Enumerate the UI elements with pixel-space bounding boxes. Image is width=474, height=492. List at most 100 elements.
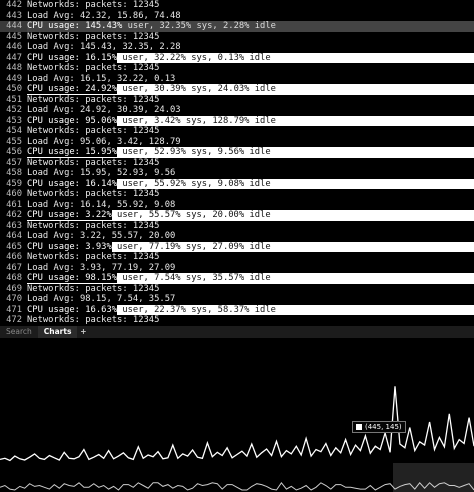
plus-icon: +: [80, 327, 87, 336]
line-text: Load Avg: 16.15, 32.22, 0.13: [27, 74, 474, 85]
cpu-usage-highlight: CPU usage: 3.93%: [27, 241, 112, 252]
line-rest-text: user, 77.19% sys, 27.09% idle: [111, 241, 271, 252]
line-text: Networkds: packets: 12345: [27, 95, 474, 106]
line-number: 453: [6, 115, 22, 126]
log-line: 450 CPU usage: 24.92% user, 30.39% sys, 2…: [0, 84, 474, 95]
log-line: 455 Load Avg: 95.06, 3.42, 128.79: [0, 137, 474, 148]
line-number: 450: [6, 84, 22, 94]
line-text: Load Avg: 3.22, 55.57, 20.00: [27, 231, 474, 242]
line-number: 451: [6, 94, 22, 105]
line-rest-text: Load Avg: 98.15, 7.54, 35.57: [27, 294, 176, 304]
cpu-usage-highlight: CPU usage: 95.06%: [27, 115, 118, 126]
cpu-usage-highlight: CPU usage: 16.14%: [27, 178, 118, 189]
log-line: 467 Load Avg: 3.93, 77.19, 27.09: [0, 263, 474, 274]
line-text: CPU usage: 24.92% user, 30.39% sys, 24.0…: [27, 84, 474, 95]
line-number: 443: [6, 10, 22, 21]
tab-search[interactable]: Search: [0, 326, 38, 338]
line-text: Networkds: packets: 12345: [27, 315, 474, 326]
log-line: 446 Load Avg: 145.43, 32.35, 2.28: [0, 42, 474, 53]
log-line: 463 Networkds: packets: 12345: [0, 221, 474, 232]
line-rest-text: user, 3.42% sys, 128.79% idle: [117, 115, 276, 126]
log-line: 447 CPU usage: 16.15% user, 32.22% sys, 0…: [0, 52, 474, 63]
line-rest-text: Load Avg: 145.43, 32.35, 2.28: [27, 42, 181, 52]
line-rest-text: Networkds: packets: 12345: [27, 94, 160, 105]
line-text: CPU usage: 98.15% user, 7.54% sys, 35.57…: [27, 273, 474, 284]
line-rest-text: user, 52.93% sys, 9.56% idle: [117, 147, 271, 157]
line-text: Load Avg: 42.32, 15.86, 74.48: [27, 11, 474, 22]
line-rest-text: user, 55.57% sys, 20.00% idle: [111, 210, 271, 220]
line-rest-text: Networkds: packets: 12345: [27, 63, 160, 73]
line-text: Load Avg: 16.14, 55.92, 9.08: [27, 200, 474, 211]
line-number: 445: [6, 31, 22, 42]
log-line: 456 CPU usage: 15.95% user, 52.93% sys, 9…: [0, 147, 474, 158]
line-text: CPU usage: 15.95% user, 52.93% sys, 9.56…: [27, 147, 474, 158]
line-rest-text: user, 7.54% sys, 35.57% idle: [117, 273, 271, 283]
line-number: 447: [6, 52, 22, 63]
log-output: 442 Networkds: packets: 12345 443 Load Avg:…: [0, 0, 474, 326]
line-text: Load Avg: 24.92, 30.39, 24.03: [27, 105, 474, 116]
add-tab-button[interactable]: +: [77, 326, 89, 338]
log-line: 462 CPU usage: 3.22% user, 55.57% sys, 20…: [0, 210, 474, 221]
log-line: 459 CPU usage: 16.14% user, 55.92% sys, 9…: [0, 178, 474, 189]
line-text: Load Avg: 95.06, 3.42, 128.79: [27, 137, 474, 148]
line-number: 470: [6, 294, 22, 304]
line-text: Networkds: packets: 12345: [27, 32, 474, 43]
line-number: 467: [6, 262, 22, 273]
log-line: 454 Networkds: packets: 12345: [0, 126, 474, 137]
line-number: 462: [6, 210, 22, 220]
line-text: Networkds: packets: 12345: [27, 221, 474, 232]
line-rest-text: Networkds: packets: 12345: [27, 126, 160, 136]
line-rest-text: Load Avg: 95.06, 3.42, 128.79: [27, 136, 181, 147]
log-line: 445 Networkds: packets: 12345: [0, 32, 474, 43]
line-rest-text: Networkds: packets: 12345: [27, 189, 160, 199]
chart-panel: (445, 145): [0, 338, 474, 492]
line-text: Load Avg: 145.43, 32.35, 2.28: [27, 42, 474, 53]
tab-bar: Search Charts +: [0, 326, 474, 338]
log-line: 452 Load Avg: 24.92, 30.39, 24.03: [0, 105, 474, 116]
cpu-usage-highlight: CPU usage: 3.22%: [27, 210, 112, 220]
line-text: CPU usage: 3.22% user, 55.57% sys, 20.00…: [27, 210, 474, 221]
line-rest-text: user, 30.39% sys, 24.03% idle: [117, 84, 276, 94]
line-rest-text: Load Avg: 15.95, 52.93, 9.56: [27, 168, 176, 178]
log-line: 471 CPU usage: 16.63% user, 22.37% sys, 5…: [0, 304, 474, 315]
line-number: 449: [6, 73, 22, 84]
log-line: 449 Load Avg: 16.15, 32.22, 0.13: [0, 74, 474, 85]
line-number: 469: [6, 283, 22, 294]
log-line: 465 CPU usage: 3.93% user, 77.19% sys, 27…: [0, 241, 474, 252]
tab-charts[interactable]: Charts: [37, 326, 78, 338]
line-number: 458: [6, 168, 22, 178]
cpu-usage-highlight: CPU usage: 16.15%: [27, 52, 118, 63]
line-rest-text: Load Avg: 16.14, 55.92, 9.08: [27, 199, 176, 210]
line-text: Networkds: packets: 12345: [27, 284, 474, 295]
line-text: CPU usage: 95.06% user, 3.42% sys, 128.7…: [27, 115, 474, 126]
log-line: 453 CPU usage: 95.06% user, 3.42% sys, 12…: [0, 115, 474, 126]
cpu-usage-highlight: CPU usage: 24.92%: [27, 84, 118, 94]
cpu-usage-highlight: CPU usage: 15.95%: [27, 147, 118, 157]
line-rest-text: user, 55.92% sys, 9.08% idle: [117, 178, 271, 189]
log-line: 468 CPU usage: 98.15% user, 7.54% sys, 35…: [0, 273, 474, 284]
cpu-usage-highlight: CPU usage: 145.43%: [27, 21, 123, 31]
line-text: Load Avg: 3.93, 77.19, 27.09: [27, 263, 474, 274]
log-line: 460 Networkds: packets: 12345: [0, 189, 474, 200]
line-text: CPU usage: 16.63% user, 22.37% sys, 58.3…: [27, 304, 474, 315]
line-rest-text: user, 32.35% sys, 2.28% idle: [122, 21, 276, 31]
log-line: 461 Load Avg: 16.14, 55.92, 9.08: [0, 200, 474, 211]
line-rest-text: Networkds: packets: 12345: [27, 157, 160, 168]
log-line: 469 Networkds: packets: 12345: [0, 284, 474, 295]
line-number: 464: [6, 231, 22, 241]
line-rest-text: user, 22.37% sys, 58.37% idle: [117, 304, 276, 315]
line-text: Networkds: packets: 12345: [27, 252, 474, 263]
line-number: 466: [6, 252, 22, 262]
line-rest-text: user, 32.22% sys, 0.13% idle: [117, 52, 271, 63]
chart-tooltip: (445, 145): [352, 421, 406, 433]
cpu-line-chart[interactable]: [0, 338, 474, 492]
line-number: 465: [6, 241, 22, 252]
line-number: 444: [6, 21, 22, 31]
log-line: 444 CPU usage: 145.43% user, 32.35% sys, …: [0, 21, 474, 32]
line-rest-text: Load Avg: 3.22, 55.57, 20.00: [27, 231, 176, 241]
log-line: 451 Networkds: packets: 12345: [0, 95, 474, 106]
line-number: 454: [6, 126, 22, 136]
line-rest-text: Load Avg: 42.32, 15.86, 74.48: [27, 10, 181, 21]
line-number: 459: [6, 178, 22, 189]
line-number: 457: [6, 157, 22, 168]
